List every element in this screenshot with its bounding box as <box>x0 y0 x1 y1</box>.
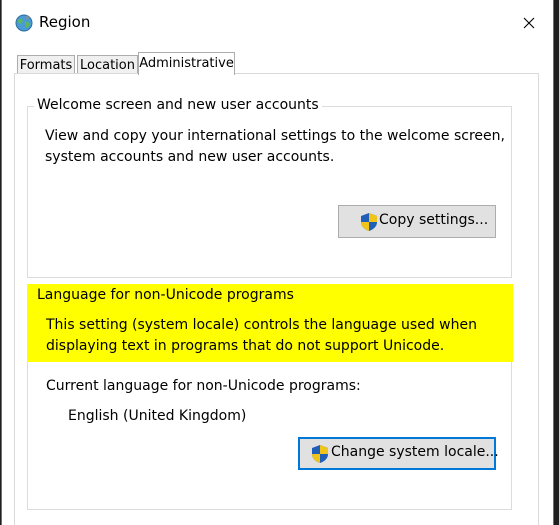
copy-settings-button[interactable]: Copy settings... <box>338 205 496 238</box>
uac-shield-icon <box>312 445 328 463</box>
non-unicode-group-legend: Language for non-Unicode programs <box>37 287 294 303</box>
tab-administrative[interactable]: Administrative <box>138 52 235 75</box>
close-button[interactable] <box>507 0 553 46</box>
copy-settings-label: Copy settings... <box>379 212 489 228</box>
tab-formats[interactable]: Formats <box>17 55 75 74</box>
change-system-locale-label: Change system locale... <box>331 444 499 460</box>
locale-description-line2: displaying text in programs that do not … <box>46 338 445 354</box>
close-icon <box>523 17 535 29</box>
welcome-description-line2: system accounts and new user accounts. <box>45 149 335 165</box>
uac-shield-icon <box>361 213 377 231</box>
welcome-description-line1: View and copy your international setting… <box>45 128 505 144</box>
region-dialog: Region Formats Location Administrative W… <box>1 0 554 525</box>
tab-location[interactable]: Location <box>77 55 138 74</box>
current-language-label: Current language for non-Unicode program… <box>46 378 361 394</box>
change-system-locale-button[interactable]: Change system locale... <box>298 437 499 470</box>
locale-description-line1: This setting (system locale) controls th… <box>46 317 477 333</box>
globe-icon <box>15 14 33 32</box>
current-language-value: English (United Kingdom) <box>68 408 247 424</box>
window-title: Region <box>39 13 91 31</box>
welcome-group-legend: Welcome screen and new user accounts <box>34 97 322 113</box>
title-bar[interactable]: Region <box>2 0 553 46</box>
